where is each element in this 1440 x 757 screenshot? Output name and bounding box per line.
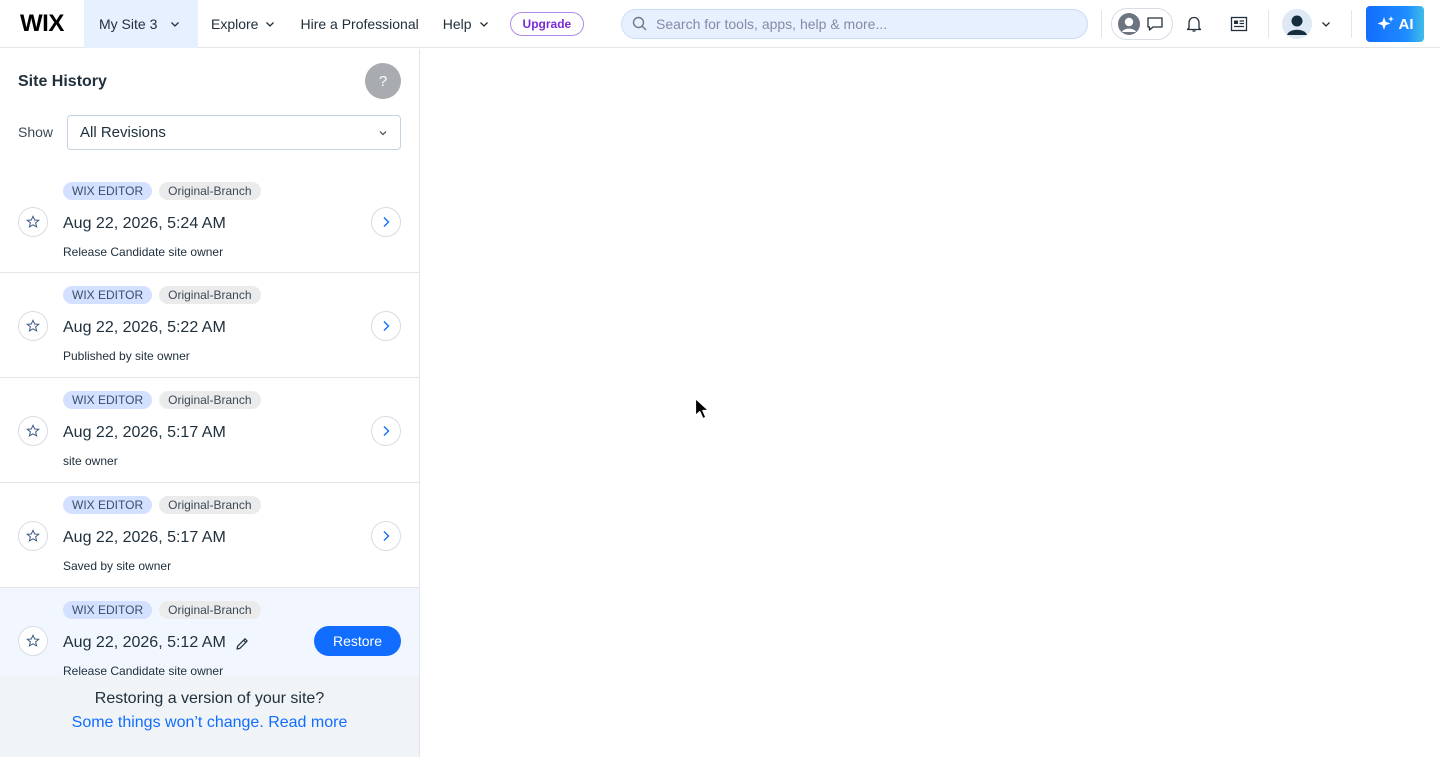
mouse-cursor-icon: [694, 397, 710, 420]
panel-title: Site History: [18, 73, 107, 90]
open-revision-button[interactable]: [371, 521, 401, 551]
sparkle-icon: [1377, 16, 1394, 30]
news-icon[interactable]: [1229, 14, 1249, 34]
badge-group: WIX EDITOR Original-Branch: [63, 496, 261, 514]
branch-badge: Original-Branch: [159, 286, 261, 304]
bell-icon[interactable]: [1184, 14, 1204, 34]
site-name: My Site 3: [99, 15, 158, 32]
revision-description: Published by site owner: [63, 349, 190, 363]
badge-group: WIX EDITOR Original-Branch: [63, 391, 261, 409]
revision-row[interactable]: WIX EDITOR Original-Branch Aug 22, 2026,…: [0, 169, 419, 273]
editor-badge: WIX EDITOR: [63, 391, 153, 409]
revision-description: Release Candidate site owner: [63, 245, 224, 259]
help-button[interactable]: ?: [365, 63, 401, 99]
chevron-right-icon: [383, 531, 390, 541]
nav-explore-label: Explore: [211, 15, 259, 32]
read-more-link[interactable]: Some things won’t change. Read more: [0, 714, 419, 732]
nav-help-label: Help: [442, 15, 472, 32]
open-revision-button[interactable]: [371, 416, 401, 446]
nav-help[interactable]: Help: [443, 0, 490, 48]
star-icon: [26, 634, 40, 647]
star-icon: [26, 215, 40, 228]
chevron-down-icon: [379, 131, 387, 136]
star-button[interactable]: [18, 311, 48, 341]
editor-badge: WIX EDITOR: [63, 182, 153, 200]
chevron-right-icon: [383, 426, 390, 436]
show-label: Show: [18, 124, 54, 140]
open-revision-button[interactable]: [371, 311, 401, 341]
chevron-right-icon: [383, 321, 390, 331]
divider: [1351, 10, 1352, 38]
editor-badge: WIX EDITOR: [63, 601, 153, 619]
nav-hire-a-professional[interactable]: Hire a Professional: [300, 0, 418, 48]
ai-button[interactable]: AI: [1366, 6, 1424, 42]
star-button[interactable]: [18, 521, 48, 551]
revision-description: site owner: [63, 454, 118, 468]
revision-filter-value: All Revisions: [80, 124, 166, 141]
star-icon: [26, 424, 40, 437]
revision-row-selected[interactable]: WIX EDITOR Original-Branch Aug 22, 2026,…: [0, 588, 419, 677]
editor-badge: WIX EDITOR: [63, 496, 153, 514]
ai-label: AI: [1398, 15, 1414, 33]
star-icon: [26, 529, 40, 542]
revision-date: Aug 22, 2026, 5:22 AM: [63, 319, 226, 336]
restore-button[interactable]: Restore: [314, 626, 401, 656]
nav-hire-label: Hire a Professional: [300, 15, 419, 32]
site-history-panel: Site History ? Show All Revisions WIX ED…: [0, 49, 420, 757]
revision-filter-dropdown[interactable]: All Revisions: [67, 115, 401, 150]
star-button[interactable]: [18, 207, 48, 237]
pencil-icon[interactable]: [234, 636, 250, 652]
revision-description: Saved by site owner: [63, 559, 172, 573]
chevron-down-icon: [171, 21, 180, 27]
branch-badge: Original-Branch: [159, 391, 261, 409]
search-bar[interactable]: [621, 9, 1088, 39]
divider: [1101, 10, 1102, 38]
upgrade-button[interactable]: Upgrade: [509, 11, 585, 36]
restore-info-text: Restoring a version of your site?: [94, 690, 325, 707]
star-button[interactable]: [18, 626, 48, 656]
help-chat-button[interactable]: [1111, 8, 1173, 40]
divider: [1268, 10, 1269, 38]
editor-badge: WIX EDITOR: [63, 286, 153, 304]
revision-date: Aug 22, 2026, 5:24 AM: [63, 215, 226, 232]
open-revision-button[interactable]: [371, 207, 401, 237]
badge-group: WIX EDITOR Original-Branch: [63, 182, 261, 200]
branch-badge: Original-Branch: [159, 601, 261, 619]
chevron-right-icon: [383, 217, 390, 227]
top-bar: WIX My Site 3 Explore Hire a Professiona…: [0, 0, 1440, 48]
revision-list: WIX EDITOR Original-Branch Aug 22, 2026,…: [0, 169, 419, 677]
wix-logo[interactable]: WIX: [0, 0, 84, 48]
chevron-down-icon: [479, 21, 488, 27]
badge-group: WIX EDITOR Original-Branch: [63, 286, 261, 304]
restore-info-footer: Restoring a version of your site? Some t…: [0, 676, 419, 757]
revision-row[interactable]: WIX EDITOR Original-Branch Aug 22, 2026,…: [0, 378, 419, 483]
search-input[interactable]: [656, 16, 1056, 32]
revision-row[interactable]: WIX EDITOR Original-Branch Aug 22, 2026,…: [0, 273, 419, 378]
branch-badge: Original-Branch: [159, 496, 261, 514]
revision-date: Aug 22, 2026, 5:12 AM: [63, 634, 226, 651]
chevron-down-icon: [266, 21, 275, 27]
nav-explore[interactable]: Explore: [211, 0, 276, 48]
avatar-icon: [1282, 9, 1312, 39]
chevron-down-icon: [1322, 22, 1330, 27]
star-icon: [26, 319, 40, 332]
revision-date: Aug 22, 2026, 5:17 AM: [63, 424, 226, 441]
chat-icon: [1147, 17, 1163, 31]
search-icon: [632, 16, 647, 31]
help-center-icon: [1118, 13, 1140, 35]
revision-date: Aug 22, 2026, 5:17 AM: [63, 529, 226, 546]
account-menu[interactable]: [1282, 9, 1332, 39]
star-button[interactable]: [18, 416, 48, 446]
site-selector[interactable]: My Site 3: [84, 0, 198, 48]
revision-row[interactable]: WIX EDITOR Original-Branch Aug 22, 2026,…: [0, 483, 419, 588]
badge-group: WIX EDITOR Original-Branch: [63, 601, 261, 619]
branch-badge: Original-Branch: [159, 182, 261, 200]
